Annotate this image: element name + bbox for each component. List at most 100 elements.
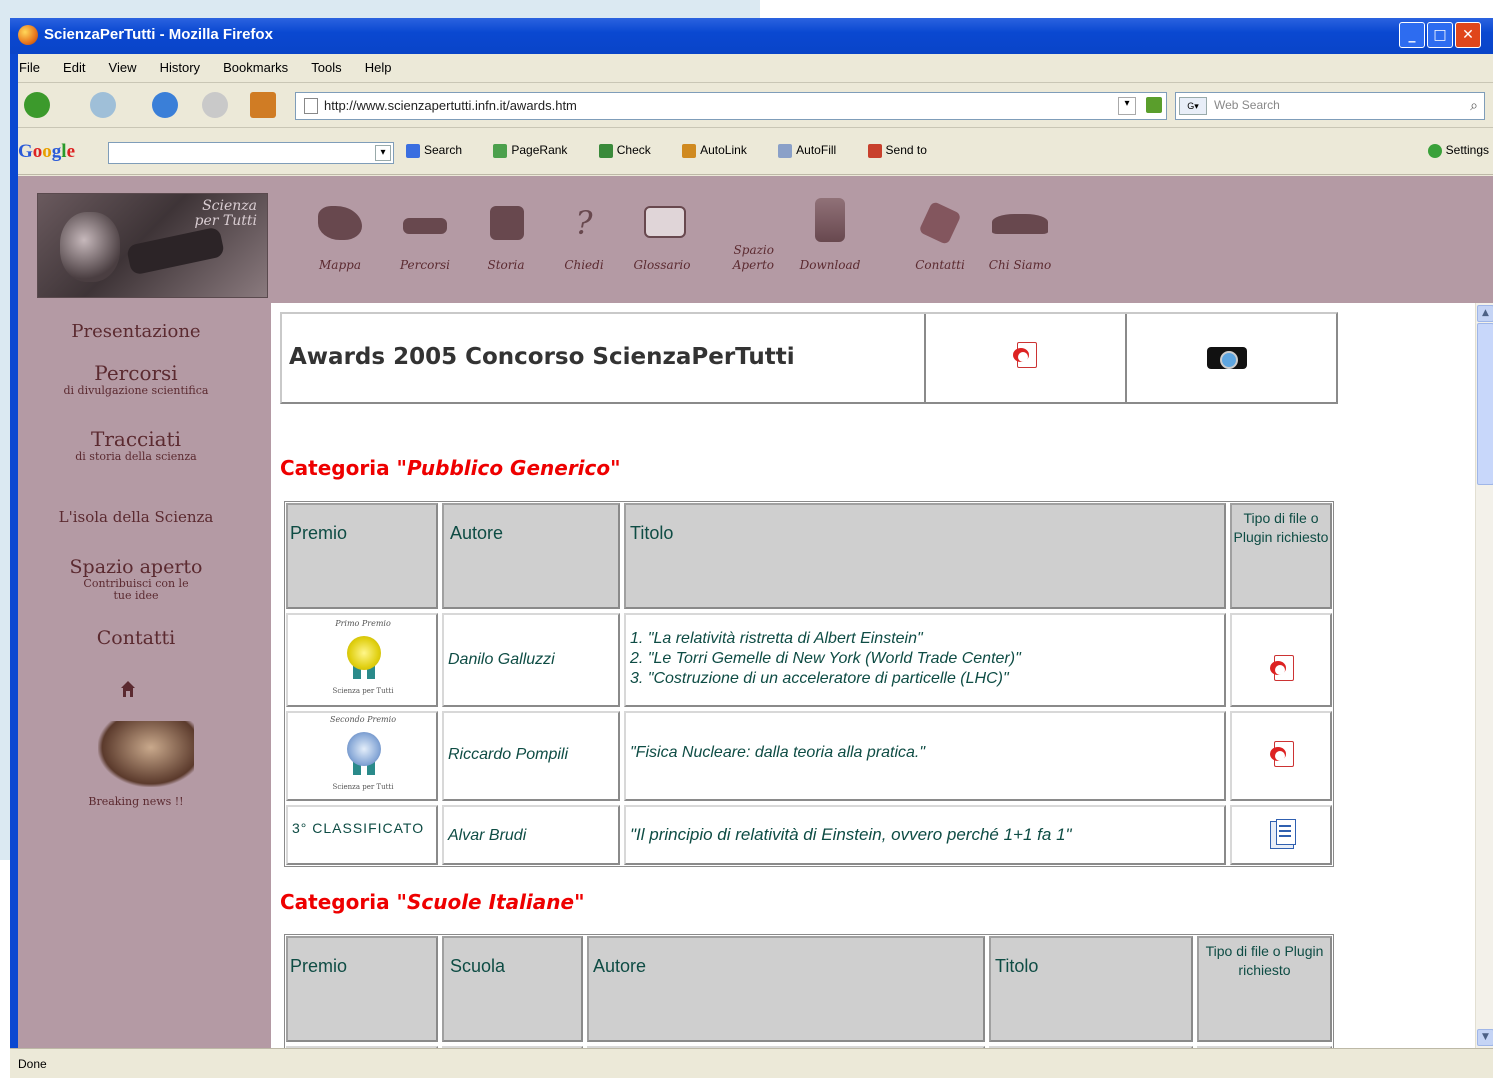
history-icon	[490, 206, 524, 240]
scroll-up-arrow[interactable]: ▲	[1477, 305, 1493, 322]
nav-percorsi[interactable]: Percorsi	[383, 188, 467, 298]
pdf-icon[interactable]	[1270, 741, 1294, 769]
spellcheck-button[interactable]: Check	[598, 143, 665, 158]
table-header-cell: Titolo	[624, 503, 1226, 609]
chevron-down-icon[interactable]: ▾	[375, 145, 391, 161]
pdf-icon[interactable]	[1270, 655, 1294, 683]
table-cell	[1230, 711, 1332, 801]
maximize-button[interactable]: □	[1427, 22, 1453, 48]
send-to-button[interactable]: Send to	[867, 143, 941, 158]
title-item[interactable]: 2. "Le Torri Gemelle di New York (World …	[630, 649, 1021, 669]
title-item[interactable]: 1. "La relatività ristretta di Albert Ei…	[630, 629, 1021, 649]
left-navigation: Presentazione Percorsi di divulgazione s…	[18, 303, 271, 1048]
go-icon[interactable]	[1146, 97, 1162, 113]
logo-text-line-2: per Tutti	[194, 213, 257, 229]
title-bar[interactable]: ScienzaPerTutti - Mozilla Firefox _ □ ✕	[10, 18, 1493, 54]
search-icon[interactable]: ⌕	[1470, 97, 1478, 114]
google-search-input[interactable]: ▾	[108, 142, 394, 164]
hat-icon	[992, 214, 1048, 234]
pagerank-button[interactable]: PageRank	[493, 143, 581, 158]
firefox-window: ScienzaPerTutti - Mozilla Firefox _ □ ✕ …	[10, 18, 1493, 1078]
nav-glossario-label: Glossario	[633, 258, 691, 272]
scroll-down-arrow[interactable]: ▼	[1477, 1029, 1493, 1046]
scroll-thumb[interactable]	[1477, 323, 1493, 485]
forward-icon[interactable]	[90, 92, 116, 118]
menu-tools[interactable]: Tools	[302, 54, 350, 75]
medal-caption: Primo Premio	[335, 619, 391, 628]
author-name[interactable]: Riccardo Pompili	[448, 746, 568, 764]
autolink-button[interactable]: AutoLink	[682, 143, 761, 158]
google-logo[interactable]: Google	[18, 141, 75, 163]
table-cell: Riccardo Pompili	[442, 711, 620, 801]
back-icon[interactable]	[24, 92, 50, 118]
medal-subcaption: Scienza per Tutti	[332, 783, 394, 791]
camera-icon[interactable]	[1207, 341, 1247, 369]
menu-edit[interactable]: Edit	[54, 54, 94, 75]
leftnav-spazio-aperto-title: Spazio aperto	[69, 556, 203, 578]
nav-glossario[interactable]: Glossario	[620, 188, 704, 298]
leftnav-percorsi[interactable]: Percorsi di divulgazione scientifica	[18, 361, 254, 397]
pdf-icon[interactable]	[1013, 342, 1037, 370]
table-cell	[1230, 805, 1332, 865]
nav-chiedi[interactable]: ? Chiedi	[542, 188, 626, 298]
url-bar[interactable]: http://www.scienzapertutti.infn.it/award…	[295, 92, 1167, 120]
contact-icon	[918, 200, 962, 246]
reload-icon[interactable]	[152, 92, 178, 118]
menu-history[interactable]: History	[151, 54, 209, 75]
vertical-scrollbar[interactable]: ▲ ▼	[1475, 303, 1493, 1048]
category-prefix: Categoria "	[280, 456, 407, 480]
minimize-button[interactable]: _	[1399, 22, 1425, 48]
google-settings-button[interactable]: Settings	[1427, 143, 1489, 158]
author-name[interactable]: Alvar Brudi	[448, 827, 526, 845]
leftnav-contatti[interactable]: Contatti	[18, 627, 254, 649]
title-item[interactable]: "Il principio di relatività di Einstein,…	[630, 825, 1072, 845]
path-icon	[403, 218, 447, 234]
autofill-button[interactable]: AutoFill	[778, 143, 850, 158]
author-name[interactable]: Danilo Galluzzi	[448, 651, 555, 669]
header-autore: Autore	[450, 523, 504, 543]
site-logo[interactable]: Scienza per Tutti	[37, 193, 268, 298]
stop-icon[interactable]	[202, 92, 228, 118]
leftnav-contatti-title: Contatti	[96, 627, 176, 649]
leftnav-percorsi-sub: di divulgazione scientifica	[63, 384, 209, 397]
title-item[interactable]: 3. "Costruzione di un acceleratore di pa…	[630, 669, 1021, 689]
map-icon	[318, 206, 362, 240]
google-toolbar: Google ▾ Search PageRank Check AutoLink …	[10, 128, 1493, 175]
leftnav-isola[interactable]: L'isola della Scienza	[18, 508, 254, 526]
title-item[interactable]: "Fisica Nucleare: dalla teoria alla prat…	[630, 744, 925, 762]
nav-chi-siamo[interactable]: Chi Siamo	[978, 188, 1062, 298]
leftnav-spazio-aperto[interactable]: Spazio aperto Contribuisci con le tue id…	[18, 556, 254, 602]
leftnav-presentazione[interactable]: Presentazione	[18, 321, 254, 342]
nav-spazio-aperto[interactable]: Spazio Aperto	[696, 188, 780, 298]
breaking-news-image[interactable]	[98, 721, 194, 787]
menu-view[interactable]: View	[100, 54, 146, 75]
table-header-cell: Autore	[587, 936, 985, 1042]
leftnav-tracciati[interactable]: Tracciati di storia della scienza	[18, 427, 254, 463]
table-cell: Alvar Brudi	[442, 805, 620, 865]
einstein-image	[60, 212, 120, 282]
nav-mappa[interactable]: Mappa	[298, 188, 382, 298]
table-cell: 1. "La relatività ristretta di Albert Ei…	[624, 613, 1226, 707]
nav-contatti[interactable]: Contatti	[898, 188, 982, 298]
nav-download[interactable]: Download	[788, 188, 872, 298]
main-content: Awards 2005 Concorso ScienzaPerTutti Cat…	[271, 303, 1493, 1048]
google-search-button[interactable]: Search	[406, 143, 476, 158]
menu-help[interactable]: Help	[356, 54, 401, 75]
nav-chi-siamo-label: Chi Siamo	[988, 258, 1052, 272]
breaking-news-link[interactable]: Breaking news !!	[18, 795, 254, 808]
home-icon[interactable]	[250, 92, 276, 118]
awards-title-cell: Awards 2005 Concorso ScienzaPerTutti	[282, 314, 926, 402]
close-button[interactable]: ✕	[1455, 22, 1481, 48]
table-header-cell: Tipo di file o Plugin richiesto	[1197, 936, 1332, 1042]
nav-storia[interactable]: Storia	[464, 188, 548, 298]
menu-bookmarks[interactable]: Bookmarks	[214, 54, 297, 75]
header-premio: Premio	[290, 523, 348, 543]
home-icon[interactable]	[121, 681, 135, 697]
word-doc-icon[interactable]	[1268, 819, 1298, 849]
silver-medal-image: Secondo Premio Scienza per Tutti	[323, 715, 403, 795]
search-box[interactable]: G▾ Web Search ⌕	[1175, 92, 1485, 120]
leftnav-percorsi-title: Percorsi	[94, 361, 178, 385]
search-engine-icon[interactable]: G▾	[1179, 97, 1207, 115]
url-dropdown-icon[interactable]: ▾	[1118, 97, 1136, 115]
gold-medal-image: Primo Premio Scienza per Tutti	[323, 619, 403, 699]
